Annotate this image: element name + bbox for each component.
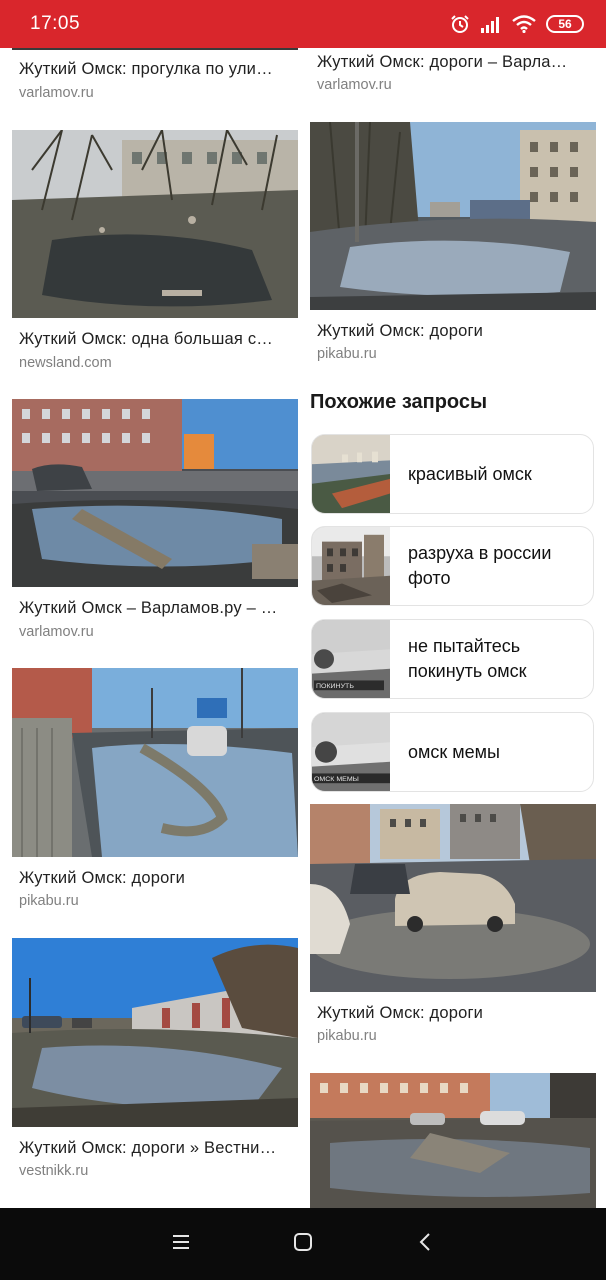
result-thumbnail[interactable] [12,399,298,587]
result-title[interactable]: Жуткий Омск: дороги [317,1004,593,1023]
result-card[interactable]: Жуткий Омск: дороги – Варла… varlamov.ru [310,48,596,108]
menu-icon [171,1233,191,1256]
result-card[interactable] [310,1073,596,1208]
result-card[interactable]: Жуткий Омск: дороги pikabu.ru [12,668,298,918]
result-card[interactable]: Жуткий Омск – Варламов.ру – … varlamov.r… [12,399,298,649]
related-search-thumbnail: ОМСК МЕМЫ [312,713,390,791]
related-search-item[interactable]: ПОКИНУТЬ не пытайтесь покинуть омск [311,619,594,699]
related-search-thumbnail [312,435,390,513]
alarm-icon [450,14,470,34]
related-search-label[interactable]: красивый омск [408,435,583,513]
result-source: pikabu.ru [317,346,377,362]
image-results-grid: Жуткий Омск: прогулка по ули… varlamov.r… [0,48,606,1208]
back-button[interactable] [405,1224,445,1264]
result-card[interactable]: Жуткий Омск: дороги pikabu.ru [310,122,596,372]
status-icons: 56 [450,14,584,34]
home-button[interactable] [283,1224,323,1264]
result-title[interactable]: Жуткий Омск: дороги [317,322,593,341]
related-search-thumbnail [312,527,390,605]
related-search-thumbnail: ПОКИНУТЬ [312,620,390,698]
result-thumbnail[interactable] [12,48,298,50]
related-search-label[interactable]: омск мемы [408,713,583,791]
result-card[interactable]: Жуткий Омск: одна большая с… newsland.co… [12,130,298,380]
result-thumbnail[interactable] [310,122,596,310]
related-search-item[interactable]: красивый омск [311,434,594,514]
status-bar: 17:05 56 [0,0,606,48]
result-source: pikabu.ru [19,893,79,909]
menu-button[interactable] [161,1224,201,1264]
result-source: pikabu.ru [317,1028,377,1044]
home-icon [293,1232,313,1257]
related-search-label[interactable]: разруха в россии фото [408,527,583,605]
related-search-label[interactable]: не пытайтесь покинуть омск [408,620,583,698]
result-title[interactable]: Жуткий Омск: прогулка по ули… [19,60,295,79]
related-searches-heading: Похожие запросы [310,391,488,413]
result-thumbnail[interactable] [12,130,298,318]
result-title[interactable]: Жуткий Омск – Варламов.ру – … [19,599,295,618]
result-thumbnail[interactable] [310,1073,596,1208]
status-time: 17:05 [30,13,81,34]
result-title[interactable]: Жуткий Омск: дороги » Вестни… [19,1139,295,1158]
result-source: varlamov.ru [19,624,94,640]
result-thumbnail[interactable] [12,938,298,1127]
svg-text:ОМСК МЕМЫ: ОМСК МЕМЫ [314,776,359,783]
result-source: varlamov.ru [19,85,94,101]
result-title[interactable]: Жуткий Омск: дороги – Варла… [317,53,593,72]
related-search-item[interactable]: разруха в россии фото [311,526,594,606]
result-source: varlamov.ru [317,77,392,93]
result-card[interactable]: Жуткий Омск: дороги pikabu.ru [310,804,596,1054]
result-source: vestnikk.ru [19,1163,89,1179]
result-title[interactable]: Жуткий Омск: дороги [19,869,295,888]
battery-icon: 56 [546,15,584,33]
result-card[interactable]: Жуткий Омск: дороги » Вестни… vestnikk.r… [12,938,298,1188]
result-thumbnail[interactable] [12,668,298,857]
wifi-icon [512,15,536,33]
svg-text:ПОКИНУТЬ: ПОКИНУТЬ [316,683,354,690]
result-thumbnail[interactable] [310,804,596,992]
result-title[interactable]: Жуткий Омск: одна большая с… [19,330,295,349]
result-card[interactable]: Жуткий Омск: прогулка по ули… varlamov.r… [12,48,298,118]
system-nav-bar [0,1208,606,1280]
back-icon [418,1232,432,1257]
signal-icon [480,15,502,33]
result-source: newsland.com [19,355,112,371]
related-search-item[interactable]: ОМСК МЕМЫ омск мемы [311,712,594,792]
